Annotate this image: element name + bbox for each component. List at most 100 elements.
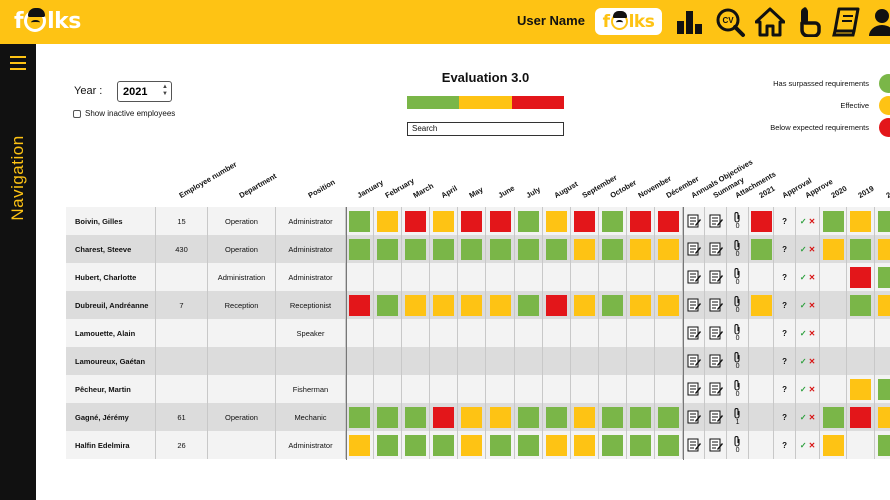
summary-icon[interactable] [705,235,728,263]
reject-cross-icon[interactable]: ✕ [809,385,816,394]
attachments-cell[interactable]: 0 [727,291,750,319]
month-6-cell[interactable] [486,291,515,319]
month-10-cell[interactable] [599,319,627,347]
annual-objectives-icon[interactable] [683,263,706,291]
year-2019-cell[interactable] [847,431,876,459]
search-input[interactable]: Search [407,122,564,136]
summary-icon[interactable] [705,319,728,347]
cv-search-icon[interactable]: CV [714,6,746,38]
month-9-cell[interactable] [571,319,599,347]
month-3-cell[interactable] [402,207,431,235]
table-row[interactable]: Hubert, Charlotte Administration Administr… [66,263,890,291]
user-icon[interactable] [866,6,890,38]
month-12-cell[interactable] [655,263,684,291]
month-4-cell[interactable] [430,347,459,375]
annual-objectives-icon[interactable] [683,291,706,319]
month-4-cell[interactable] [430,291,459,319]
month-5-cell[interactable] [458,347,487,375]
year-2020-cell[interactable] [820,319,848,347]
month-7-cell[interactable] [515,291,543,319]
attachments-cell[interactable]: 0 [727,207,750,235]
annual-objectives-icon[interactable] [683,431,706,459]
month-9-cell[interactable] [571,291,599,319]
month-2-cell[interactable] [374,207,403,235]
month-2-cell[interactable] [374,375,403,403]
year-2018-cell[interactable] [875,375,890,403]
annual-objectives-icon[interactable] [683,207,706,235]
month-4-cell[interactable] [430,235,459,263]
month-6-cell[interactable] [486,347,515,375]
month-5-cell[interactable] [458,235,487,263]
month-8-cell[interactable] [543,235,571,263]
month-4-cell[interactable] [430,375,459,403]
year-2021-cell[interactable] [749,291,775,319]
month-10-cell[interactable] [599,235,627,263]
year-2020-cell[interactable] [820,207,848,235]
month-1-cell[interactable] [346,263,375,291]
bar-chart-icon[interactable] [674,6,706,38]
summary-icon[interactable] [705,263,728,291]
year-2019-cell[interactable] [847,375,876,403]
month-6-cell[interactable] [486,263,515,291]
month-7-cell[interactable] [515,263,543,291]
month-8-cell[interactable] [543,319,571,347]
attachments-cell[interactable]: 1 [727,403,750,431]
month-8-cell[interactable] [543,375,571,403]
month-10-cell[interactable] [599,347,627,375]
month-11-cell[interactable] [627,403,656,431]
table-row[interactable]: Halfin Edelmira 26 Administrator 0? ✓ ✕ [66,431,890,459]
approve-check-icon[interactable]: ✓ [800,329,807,338]
month-1-cell[interactable] [346,319,375,347]
approve-check-icon[interactable]: ✓ [800,441,807,450]
month-8-cell[interactable] [543,347,571,375]
year-2021-cell[interactable] [749,403,775,431]
year-2021-cell[interactable] [749,347,775,375]
attachments-cell[interactable]: 0 [727,235,750,263]
month-3-cell[interactable] [402,347,431,375]
year-2019-cell[interactable] [847,263,876,291]
table-row[interactable]: Lamouette, Alain Speaker 0? ✓ ✕ [66,319,890,347]
month-4-cell[interactable] [430,319,459,347]
table-row[interactable]: Boivin, Gilles 15 Operation Administrator 0?… [66,207,890,235]
month-1-cell[interactable] [346,235,375,263]
summary-icon[interactable] [705,291,728,319]
folks-home-button[interactable]: f lks [595,8,662,35]
table-row[interactable]: Gagné, Jérémy 61 Operation Mechanic 1? ✓ ✕ [66,403,890,431]
year-2020-cell[interactable] [820,375,848,403]
month-9-cell[interactable] [571,207,599,235]
month-2-cell[interactable] [374,431,403,459]
annual-objectives-icon[interactable] [683,375,706,403]
month-12-cell[interactable] [655,235,684,263]
month-11-cell[interactable] [627,291,656,319]
month-11-cell[interactable] [627,207,656,235]
month-8-cell[interactable] [543,263,571,291]
month-8-cell[interactable] [543,207,571,235]
year-2018-cell[interactable] [875,319,890,347]
book-icon[interactable] [830,6,862,38]
month-6-cell[interactable] [486,235,515,263]
month-7-cell[interactable] [515,207,543,235]
month-5-cell[interactable] [458,319,487,347]
month-11-cell[interactable] [627,235,656,263]
month-9-cell[interactable] [571,403,599,431]
year-2019-cell[interactable] [847,403,876,431]
month-9-cell[interactable] [571,263,599,291]
month-4-cell[interactable] [430,263,459,291]
month-1-cell[interactable] [346,403,375,431]
month-8-cell[interactable] [543,291,571,319]
attachments-cell[interactable]: 0 [727,319,750,347]
summary-icon[interactable] [705,375,728,403]
summary-icon[interactable] [705,207,728,235]
year-2020-cell[interactable] [820,431,848,459]
month-8-cell[interactable] [543,403,571,431]
user-name[interactable]: User Name [517,13,585,28]
month-6-cell[interactable] [486,431,515,459]
year-2020-cell[interactable] [820,347,848,375]
month-5-cell[interactable] [458,403,487,431]
month-9-cell[interactable] [571,347,599,375]
menu-icon[interactable] [10,56,26,70]
show-inactive-checkbox[interactable] [73,109,81,118]
show-inactive-toggle[interactable]: Show inactive employees [73,109,175,118]
annual-objectives-icon[interactable] [683,235,706,263]
year-2021-cell[interactable] [749,263,775,291]
